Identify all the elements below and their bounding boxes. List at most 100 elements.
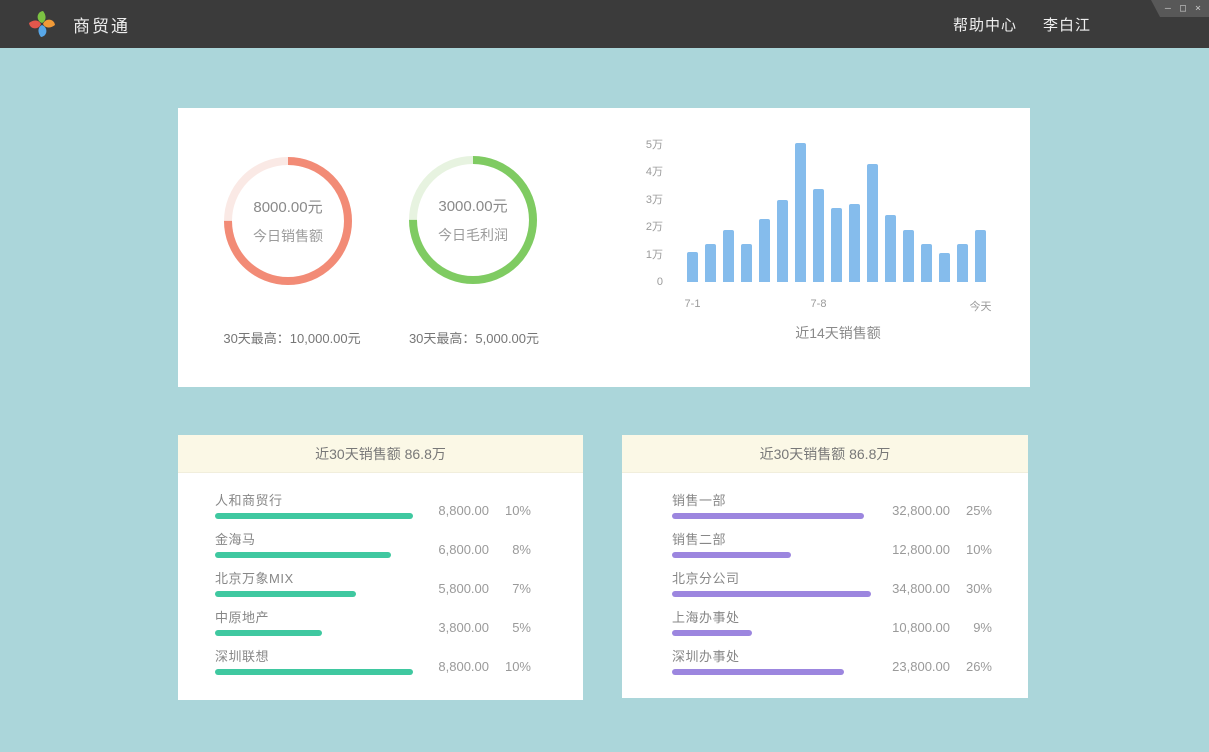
bar-chart-title: 近14天销售额 [683, 323, 993, 343]
sales-bar [723, 230, 734, 282]
sales-bar [939, 253, 950, 282]
sales-bar [705, 244, 716, 283]
titlebar: 商贸通 帮助中心 李白江 — □ × [0, 0, 1209, 48]
nav-user[interactable]: 李白江 [1043, 14, 1091, 35]
close-button-icon[interactable]: × [1195, 4, 1201, 14]
y-axis-tick: 0 [598, 275, 663, 289]
ranking-row-value: 12,800.0010% [892, 542, 992, 557]
ranking-row-percent: 5% [489, 620, 531, 635]
ranking-row: 深圳办事处23,800.0026% [672, 648, 992, 687]
ranking-row-amount: 3,800.00 [438, 620, 489, 635]
app-title: 商贸通 [73, 12, 130, 37]
ranking-row-value: 6,800.008% [438, 542, 531, 557]
today-sales-label: 今日销售额 [253, 226, 323, 246]
y-axis-tick: 2万 [598, 220, 663, 234]
sales-bar [777, 200, 788, 283]
department-ranking-list: 销售一部32,800.0025%销售二部12,800.0010%北京分公司34,… [622, 473, 1028, 687]
ranking-row-bar [672, 669, 844, 675]
today-profit-donut-text: 3000.00元 今日毛利润 [409, 156, 537, 284]
ranking-row-percent: 26% [950, 659, 992, 674]
x-axis-tick: 7-1 [685, 298, 701, 310]
ranking-row-value: 34,800.0030% [892, 581, 992, 596]
ranking-row-amount: 23,800.00 [892, 659, 950, 674]
ranking-row-amount: 6,800.00 [438, 542, 489, 557]
ranking-row-bar [672, 552, 791, 558]
ranking-row-amount: 8,800.00 [438, 659, 489, 674]
ranking-row: 中原地产3,800.005% [215, 609, 531, 648]
ranking-row-value: 8,800.0010% [438, 659, 531, 674]
today-profit-value: 3000.00元 [438, 195, 507, 216]
ranking-row-percent: 10% [950, 542, 992, 557]
department-ranking-card: 近30天销售额 86.8万 销售一部32,800.0025%销售二部12,800… [622, 435, 1028, 698]
brand: 商贸通 [26, 0, 130, 48]
ranking-row: 北京万象MIX5,800.007% [215, 570, 531, 609]
ranking-row-amount: 10,800.00 [892, 620, 950, 635]
ranking-row-amount: 12,800.00 [892, 542, 950, 557]
ranking-row-percent: 7% [489, 581, 531, 596]
sales-bar [813, 189, 824, 283]
today-profit-donut: 3000.00元 今日毛利润 [409, 156, 537, 284]
maximize-button-icon[interactable]: □ [1180, 4, 1186, 14]
ranking-row: 金海马6,800.008% [215, 531, 531, 570]
sales-bar [759, 219, 770, 282]
ranking-row: 北京分公司34,800.0030% [672, 570, 992, 609]
sales-bar [957, 244, 968, 283]
window-controls: — □ × [1147, 0, 1209, 17]
profit-30d-max-caption: 30天最高：5,000.00元 [374, 328, 574, 347]
ranking-row-amount: 8,800.00 [438, 503, 489, 518]
y-axis-tick: 1万 [598, 248, 663, 262]
sales-bar [795, 143, 806, 282]
nav-help-center[interactable]: 帮助中心 [953, 14, 1017, 35]
titlebar-nav: 帮助中心 李白江 [953, 0, 1091, 48]
department-ranking-title: 近30天销售额 86.8万 [622, 435, 1028, 473]
ranking-row-amount: 5,800.00 [438, 581, 489, 596]
x-axis-tick: 今天 [970, 298, 992, 314]
sales-bar [867, 164, 878, 282]
ranking-row-amount: 32,800.00 [892, 503, 950, 518]
ranking-row-value: 3,800.005% [438, 620, 531, 635]
ranking-row-percent: 30% [950, 581, 992, 596]
today-profit-label: 今日毛利润 [438, 225, 508, 245]
sales-bar [687, 252, 698, 282]
ranking-row-bar [215, 552, 391, 558]
sales-bar [741, 244, 752, 283]
ranking-row-percent: 25% [950, 503, 992, 518]
y-axis-tick: 3万 [598, 193, 663, 207]
customer-ranking-list: 人和商贸行8,800.0010%金海马6,800.008%北京万象MIX5,80… [178, 473, 583, 687]
sales-bar [921, 244, 932, 283]
ranking-row-value: 8,800.0010% [438, 503, 531, 518]
ranking-row-bar [215, 630, 322, 636]
ranking-row-value: 23,800.0026% [892, 659, 992, 674]
y-axis-tick: 4万 [598, 165, 663, 179]
ranking-row-percent: 8% [489, 542, 531, 557]
ranking-row: 销售一部32,800.0025% [672, 492, 992, 531]
minimize-button-icon[interactable]: — [1165, 4, 1171, 14]
ranking-row-bar [672, 591, 871, 597]
overview-card: 8000.00元 今日销售额 3000.00元 今日毛利润 30天最高：10,0… [178, 108, 1030, 387]
sales-bar [831, 208, 842, 282]
ranking-row-bar [215, 669, 413, 675]
ranking-row: 深圳联想8,800.0010% [215, 648, 531, 687]
ranking-row-value: 10,800.009% [892, 620, 992, 635]
ranking-row-amount: 34,800.00 [892, 581, 950, 596]
x-axis-tick: 7-8 [811, 298, 827, 310]
ranking-row: 人和商贸行8,800.0010% [215, 492, 531, 531]
sales-bar [885, 215, 896, 282]
sales-bar [975, 230, 986, 282]
ranking-row-bar [672, 630, 752, 636]
today-sales-donut: 8000.00元 今日销售额 [224, 157, 352, 285]
customer-ranking-card: 近30天销售额 86.8万 人和商贸行8,800.0010%金海马6,800.0… [178, 435, 583, 700]
today-sales-donut-text: 8000.00元 今日销售额 [224, 157, 352, 285]
ranking-row: 上海办事处10,800.009% [672, 609, 992, 648]
today-sales-value: 8000.00元 [253, 196, 322, 217]
ranking-row-value: 32,800.0025% [892, 503, 992, 518]
ranking-row-bar [672, 513, 864, 519]
ranking-row: 销售二部12,800.0010% [672, 531, 992, 570]
y-axis-tick: 5万 [598, 138, 663, 152]
bar-chart-x-axis: 7-1 7-8 今天 [687, 298, 989, 312]
bar-chart-bars [687, 142, 989, 282]
sales-bar [849, 204, 860, 282]
ranking-row-bar [215, 591, 356, 597]
app-logo-pinwheel-icon [26, 8, 58, 40]
ranking-row-percent: 10% [489, 659, 531, 674]
